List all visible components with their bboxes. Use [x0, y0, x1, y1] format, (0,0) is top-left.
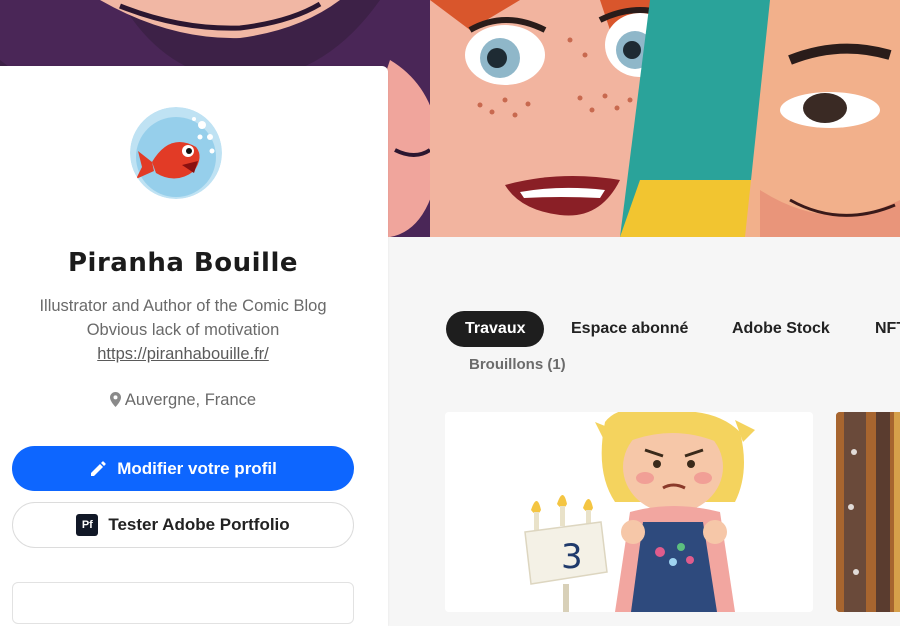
avatar[interactable] [130, 107, 222, 199]
adobe-portfolio-icon: Pf [76, 514, 99, 536]
bio-line-2: Obvious lack of motivation [86, 321, 280, 339]
tab-adobe-stock[interactable]: Adobe Stock [732, 311, 830, 347]
profile-name: Piranha Bouille [67, 248, 298, 278]
piranha-avatar-image [130, 107, 222, 199]
try-portfolio-label: Tester Adobe Portfolio [108, 515, 290, 534]
project-card[interactable]: 3 [445, 412, 813, 612]
bio-line-1: Illustrator and Author of the Comic Blog [39, 297, 327, 315]
edit-profile-label: Modifier votre profil [117, 458, 277, 478]
tab-travaux[interactable]: Travaux [446, 311, 545, 347]
map-pin-icon [109, 392, 121, 412]
website-link[interactable]: https://piranhabouille.fr/ [0, 345, 366, 364]
profile-section-box [12, 582, 354, 624]
tab-espace-abonne[interactable]: Espace abonné [571, 311, 688, 347]
project-card-partial[interactable] [836, 412, 900, 612]
cake-number: 3 [561, 537, 583, 577]
try-portfolio-button[interactable]: Pf Tester Adobe Portfolio [12, 502, 354, 548]
location-text: Auvergne, France [124, 391, 257, 409]
tab-brouillons[interactable]: Brouillons (1) [469, 356, 566, 373]
edit-profile-button[interactable]: Modifier votre profil [12, 446, 354, 491]
pencil-icon [89, 460, 107, 478]
project-thumbnail-girl-birthday: 3 [445, 412, 813, 612]
tab-nft[interactable]: NFT [875, 311, 900, 347]
project-thumbnail-partial [836, 412, 900, 612]
location: Auvergne, France [0, 391, 366, 412]
